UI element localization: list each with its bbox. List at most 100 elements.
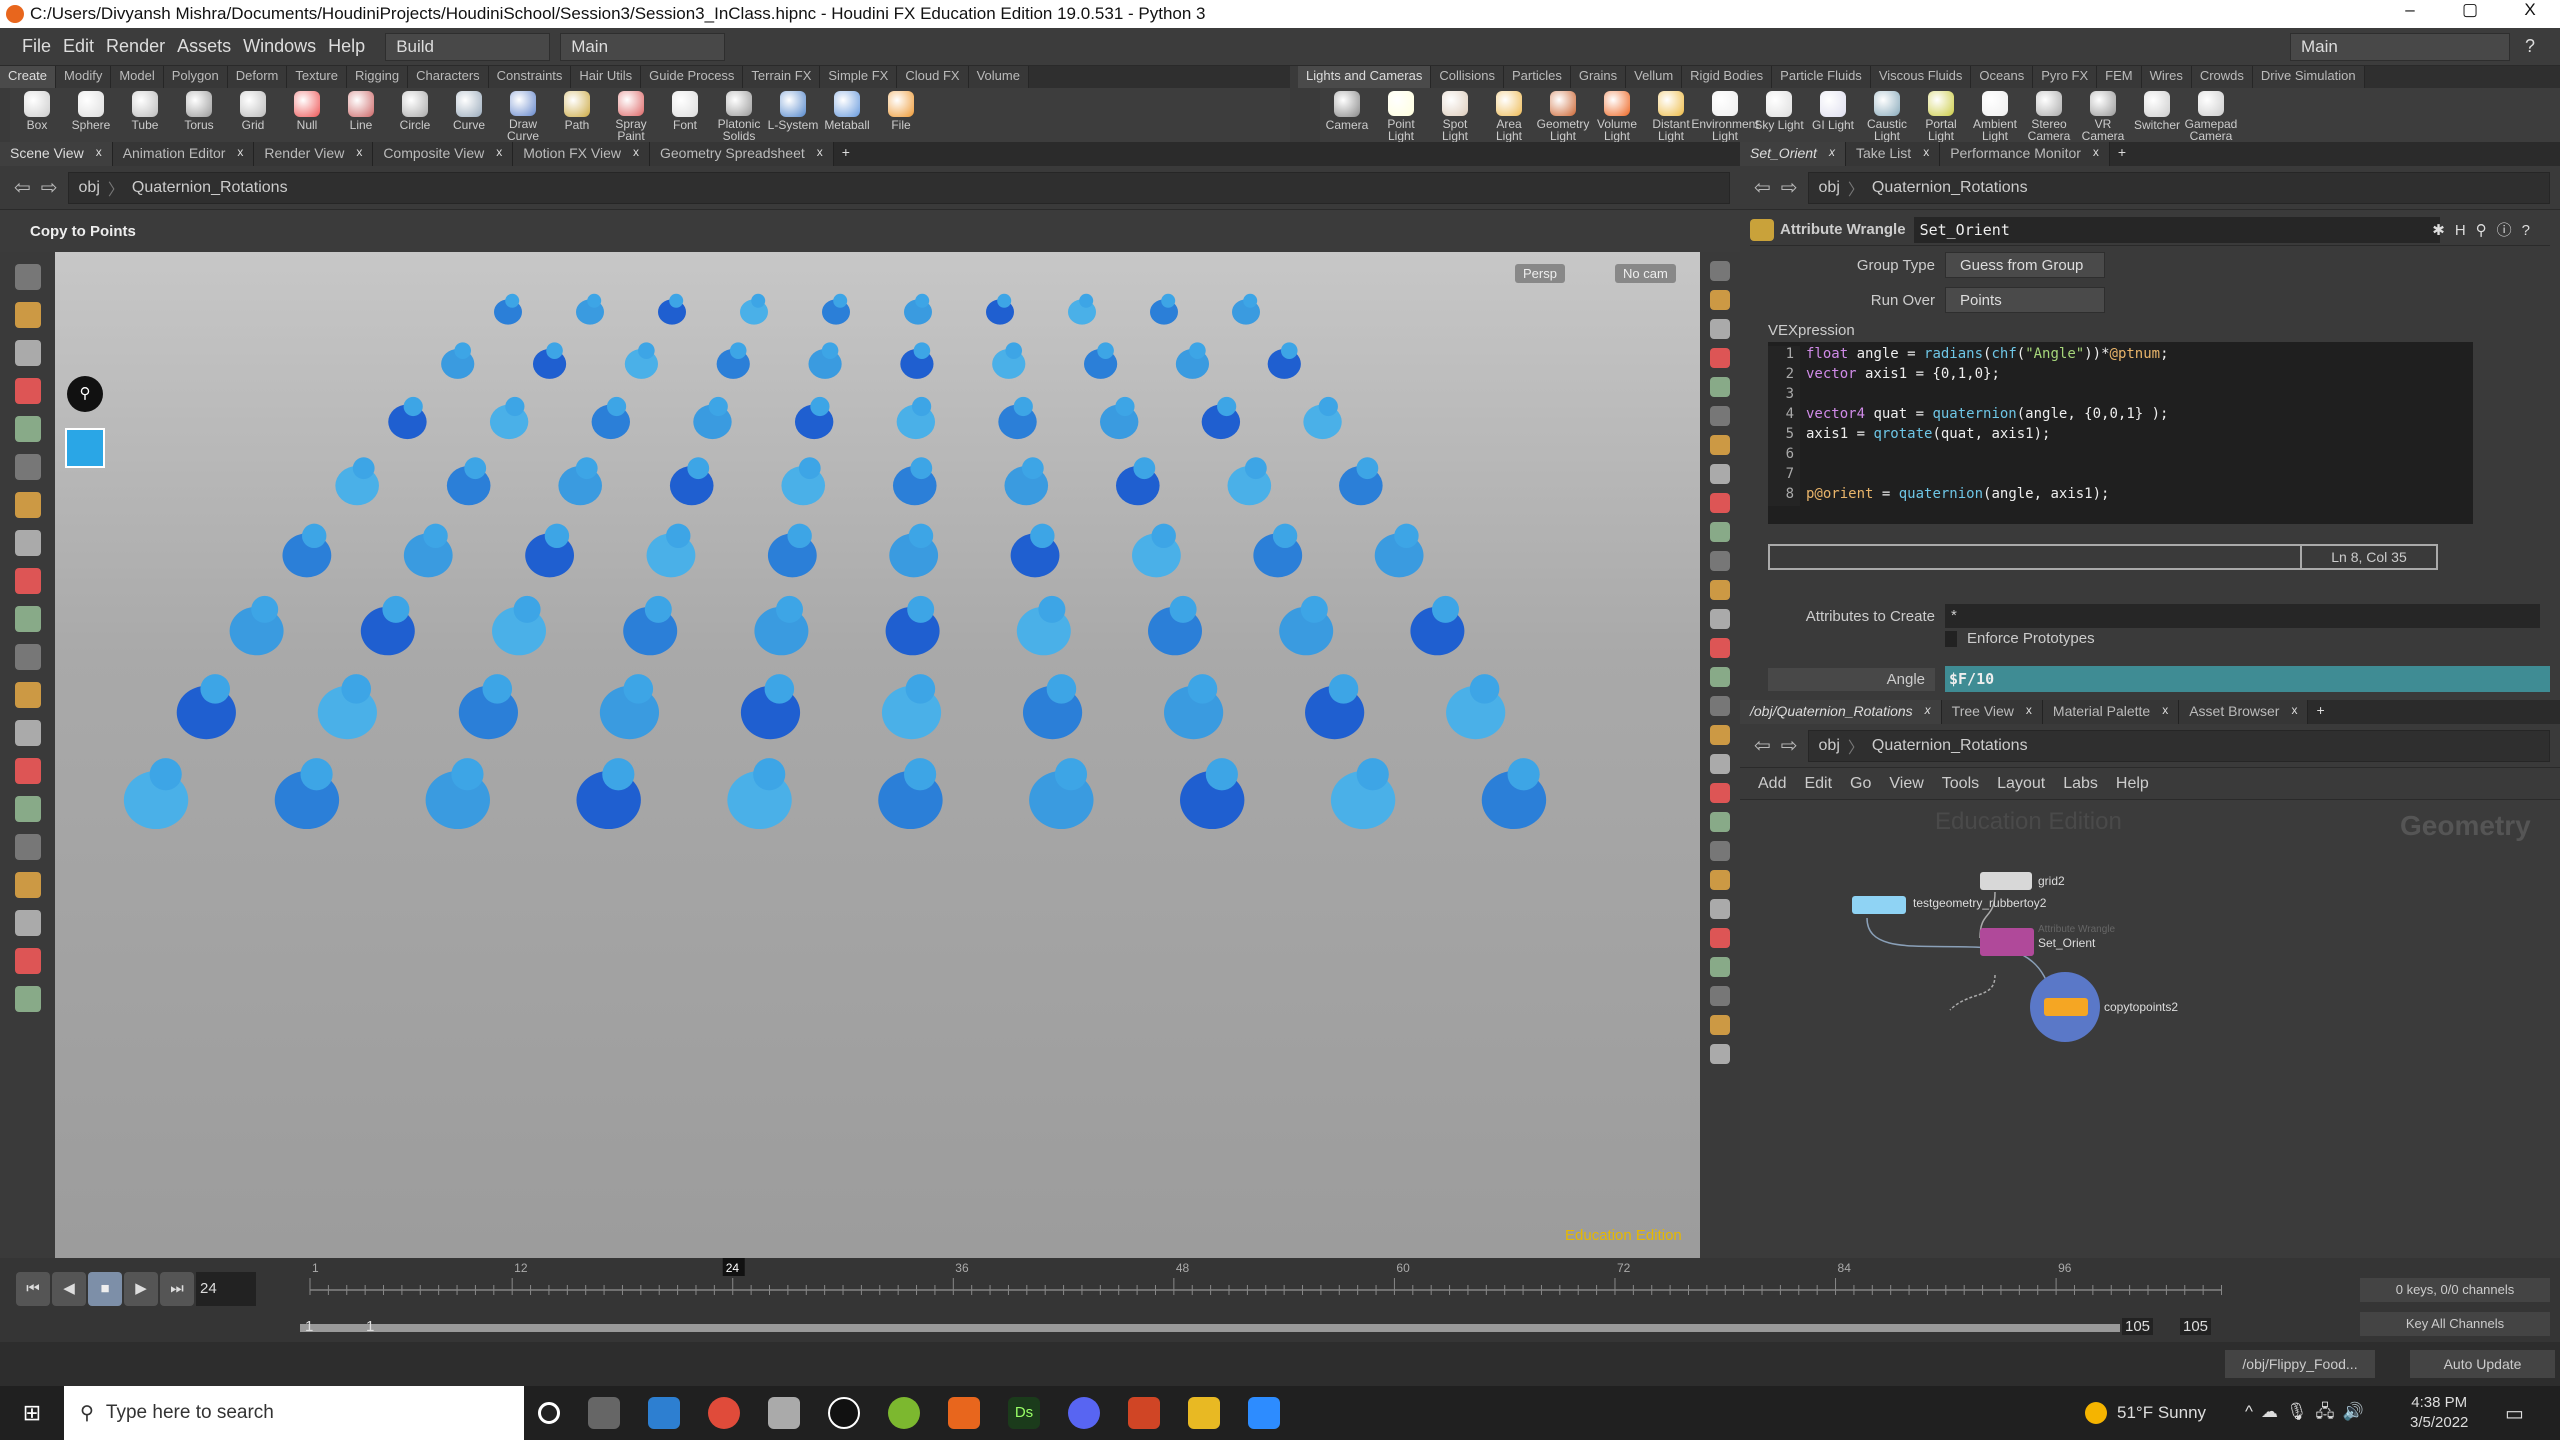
shelf-tool-path[interactable]: Path (550, 88, 604, 142)
viewport-tool-icon[interactable] (14, 302, 41, 328)
maximize-button[interactable]: ▢ (2440, 0, 2500, 20)
forward-icon[interactable]: ⇨ (1781, 175, 1798, 200)
shelf-tool-point-light[interactable]: Point Light (1374, 88, 1428, 142)
node-copytopoints2[interactable] (2044, 998, 2088, 1016)
shelf-tool-file[interactable]: File (874, 88, 928, 142)
viewport-tool-icon[interactable] (14, 378, 41, 404)
range-end-field[interactable]: 105 (2122, 1318, 2154, 1335)
menu-render[interactable]: Render (106, 36, 165, 57)
network-menu-view[interactable]: View (1889, 775, 1923, 793)
forward-icon[interactable]: ⇨ (41, 175, 58, 200)
viewport-tool-icon[interactable] (14, 568, 41, 594)
path-node[interactable]: Quaternion_Rotations (1872, 179, 2028, 197)
shelf-tab[interactable]: Cloud FX (897, 66, 969, 88)
skip-end-icon[interactable]: ⏭ (160, 1272, 194, 1306)
chrome-icon[interactable] (708, 1397, 740, 1429)
group-type-menu[interactable]: Guess from Group (1945, 252, 2105, 278)
close-tab-icon[interactable]: x (633, 145, 639, 163)
pane-tab[interactable]: Take List x (1845, 142, 1941, 166)
taskbar-search[interactable]: ⚲ Type here to search (64, 1386, 524, 1440)
display-option-icon[interactable] (1710, 899, 1730, 919)
play-icon[interactable]: ▶ (124, 1272, 158, 1306)
shelf-tool-gamepad-camera[interactable]: Gamepad Camera (2184, 88, 2238, 142)
viewport-tool-icon[interactable] (14, 834, 41, 860)
shelf-tool-torus[interactable]: Torus (172, 88, 226, 142)
shelf-tool-vr-camera[interactable]: VR Camera (2076, 88, 2130, 142)
display-option-icon[interactable] (1710, 464, 1730, 484)
houdini-taskbar-icon[interactable] (948, 1397, 980, 1429)
display-option-icon[interactable] (1710, 725, 1730, 745)
windows-start-icon[interactable]: ⊞ (0, 1400, 64, 1426)
shelf-tool-grid[interactable]: Grid (226, 88, 280, 142)
shelf-tab[interactable]: Rigging (347, 66, 409, 88)
path-obj[interactable]: obj (1819, 737, 1840, 755)
shelf-tool-circle[interactable]: Circle (388, 88, 442, 142)
viewport-tool-icon[interactable] (14, 796, 41, 822)
shelf-tab[interactable]: Viscous Fluids (1870, 66, 1972, 88)
forward-icon[interactable]: ⇨ (1781, 733, 1798, 758)
skip-start-icon[interactable]: ⏮ (16, 1272, 50, 1306)
close-button[interactable]: X (2500, 0, 2560, 20)
path-field[interactable]: obj 〉 Quaternion_Rotations (1807, 729, 2550, 762)
shelf-tool-sky-light[interactable]: Sky Light (1752, 88, 1806, 142)
shelf-tab[interactable]: Crowds (2191, 66, 2253, 88)
shelf-tab[interactable]: Particle Fluids (1772, 66, 1871, 88)
display-option-icon[interactable] (1710, 406, 1730, 426)
viewport-tool-icon[interactable] (14, 340, 41, 366)
shelf-tool-l-system[interactable]: L-System (766, 88, 820, 142)
shelf-tab[interactable]: Vellum (1626, 66, 1683, 88)
close-tab-icon[interactable]: x (2291, 703, 2297, 721)
close-tab-icon[interactable]: x (1923, 145, 1929, 163)
shelf-tab[interactable]: Create (0, 66, 57, 88)
network-menu-layout[interactable]: Layout (1997, 775, 2045, 793)
shelf-tool-geometry-light[interactable]: Geometry Light (1536, 88, 1590, 142)
discord-icon[interactable] (1068, 1397, 1100, 1429)
unreal-icon[interactable] (828, 1397, 860, 1429)
display-option-icon[interactable] (1710, 1015, 1730, 1035)
range-slider[interactable] (300, 1324, 2120, 1332)
close-tab-icon[interactable]: x (2093, 145, 2099, 163)
shelf-tool-sphere[interactable]: Sphere (64, 88, 118, 142)
viewport-tool-icon[interactable] (14, 682, 41, 708)
task-view-icon[interactable] (588, 1397, 620, 1429)
path-node[interactable]: Quaternion_Rotations (132, 179, 288, 197)
shelf-tool-box[interactable]: Box (10, 88, 64, 142)
shelf-tool-distant-light[interactable]: Distant Light (1644, 88, 1698, 142)
menu-help[interactable]: Help (328, 36, 365, 57)
viewport-tool-icon[interactable] (14, 720, 41, 746)
minimize-button[interactable]: – (2380, 0, 2440, 20)
display-option-icon[interactable] (1710, 841, 1730, 861)
shelf-tool-spray-paint[interactable]: Spray Paint (604, 88, 658, 142)
path-obj[interactable]: obj (79, 179, 100, 197)
right-context-select[interactable]: Main (2290, 32, 2510, 61)
shelf-tool-spot-light[interactable]: Spot Light (1428, 88, 1482, 142)
viewport-tool-icon[interactable] (14, 758, 41, 784)
nvidia-icon[interactable] (888, 1397, 920, 1429)
shelf-tool-draw-curve[interactable]: Draw Curve (496, 88, 550, 142)
close-tab-icon[interactable]: x (96, 145, 102, 163)
shelf-tab[interactable]: Characters (408, 66, 489, 88)
viewport-tool-icon[interactable] (14, 264, 41, 290)
app-icon[interactable] (648, 1397, 680, 1429)
shelf-tool-metaball[interactable]: Metaball (820, 88, 874, 142)
path-field[interactable]: obj 〉 Quaternion_Rotations (67, 171, 1730, 204)
display-option-icon[interactable] (1710, 319, 1730, 339)
display-option-icon[interactable] (1710, 261, 1730, 281)
close-tab-icon[interactable]: x (356, 145, 362, 163)
range-start-field[interactable]: 1 (366, 1318, 374, 1335)
shelf-tab[interactable]: Hair Utils (571, 66, 642, 88)
viewport-tool-icon[interactable] (14, 910, 41, 936)
network-menu-help[interactable]: Help (2116, 775, 2149, 793)
back-icon[interactable]: ⇦ (1754, 175, 1771, 200)
shelf-tab[interactable]: Modify (56, 66, 112, 88)
pane-tab[interactable]: Performance Monitor x (1940, 142, 2110, 166)
shelf-tool-camera[interactable]: Camera (1320, 88, 1374, 142)
pane-tab[interactable]: Set_Orient x (1740, 142, 1846, 166)
notifications-icon[interactable]: ▭ (2505, 1401, 2524, 1426)
context-select[interactable]: Main (560, 32, 726, 61)
shelf-tool-area-light[interactable]: Area Light (1482, 88, 1536, 142)
network-menu-add[interactable]: Add (1758, 775, 1786, 793)
angle-field[interactable]: $F/10 (1945, 666, 2550, 692)
run-over-menu[interactable]: Points (1945, 287, 2105, 313)
viewport-tool-icon[interactable] (14, 492, 41, 518)
